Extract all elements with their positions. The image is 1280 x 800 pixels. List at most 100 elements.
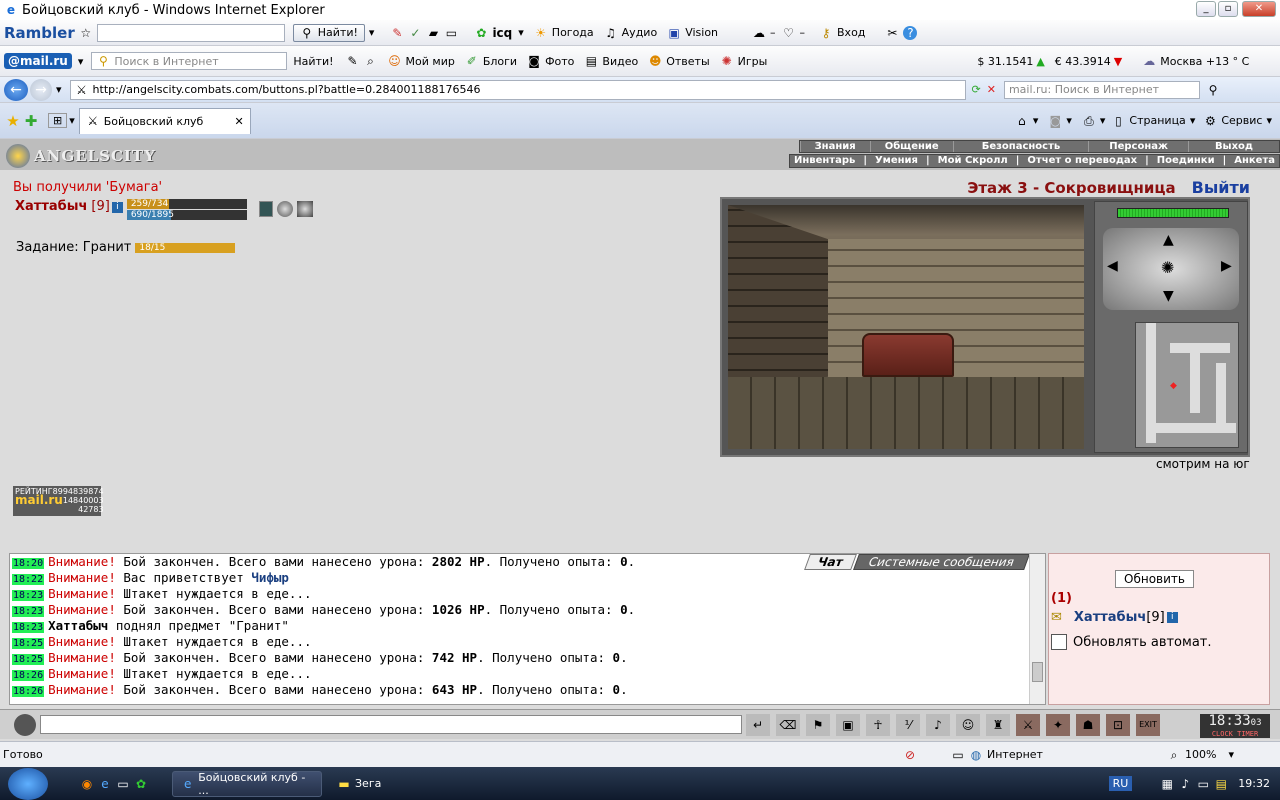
tab-active[interactable]: ⚔ Бойцовский клуб ✕ [78, 107, 251, 134]
clear-icon[interactable]: ⌫ [776, 714, 800, 736]
arrow-right-icon[interactable]: ▶ [1221, 258, 1232, 274]
sound-icon[interactable]: ♪ [926, 714, 950, 736]
home-icon[interactable]: ⌂ [1015, 114, 1029, 128]
mailru-search-input[interactable]: ⚲ Поиск в Интернет [91, 52, 288, 70]
armor-badge-icon[interactable] [276, 201, 293, 217]
lock-icon[interactable]: ⊡ [1106, 714, 1130, 736]
chat-actor[interactable]: Хаттабыч [48, 618, 108, 633]
service-menu[interactable]: Сервис [1221, 114, 1262, 127]
auto-refresh-checkbox[interactable] [1051, 634, 1067, 650]
close-button[interactable]: ✕ [1242, 1, 1276, 17]
tools-icon[interactable]: ✂ [885, 26, 899, 40]
refresh-view-icon[interactable]: ✺ [1161, 258, 1174, 277]
keyboard-icon[interactable]: ▭ [444, 26, 458, 40]
heart-icon[interactable]: ♡ [782, 26, 796, 40]
tab-system-messages[interactable]: Системные сообщения [853, 554, 1030, 570]
find-dropdown-icon[interactable]: ▾ [369, 26, 375, 39]
zoom-level[interactable]: 100% [1185, 748, 1216, 761]
favorites-star-icon[interactable]: ★ [6, 113, 20, 128]
language-indicator[interactable]: RU [1108, 776, 1133, 791]
menu-inventory[interactable]: Инвентарь [790, 155, 859, 167]
toolbar-item-photo[interactable]: ◙ Фото [527, 54, 574, 68]
chat-input[interactable] [40, 715, 742, 734]
tray-volume-icon[interactable]: ♪ [1178, 777, 1192, 791]
toolbar-item-answers[interactable]: ☻ Ответы [648, 54, 710, 68]
translit-icon[interactable]: ⅟ [896, 714, 920, 736]
menu-knowledge[interactable]: Знания [799, 141, 870, 152]
taskbar-item-browser[interactable]: e Бойцовский клуб - ... [172, 770, 322, 797]
menu-security[interactable]: Безопасность [952, 141, 1089, 152]
mailru-logo[interactable]: @mail.ru [4, 53, 72, 69]
refresh-button[interactable]: Обновить [1115, 570, 1194, 588]
currency-rates[interactable]: $ 31.1541 ▲ € 43.3914 ▼ [977, 55, 1142, 68]
mailru-find-button[interactable]: Найти! [293, 55, 333, 68]
info-icon[interactable]: i [111, 202, 123, 213]
dungeon-minimap[interactable]: ◆ [1135, 322, 1239, 448]
mailru-menu-dropdown[interactable]: ▾ [78, 55, 84, 68]
scrollbar-thumb[interactable] [1032, 662, 1043, 682]
quicklaunch-ie-icon[interactable]: e [98, 777, 112, 791]
address-input[interactable]: ⚔ http://angelscity.combats.com/buttons.p… [69, 79, 966, 100]
minimize-button[interactable]: _ [1196, 1, 1216, 17]
menu-communication[interactable]: Общение [869, 141, 953, 152]
print-icon[interactable]: ⎙ [1082, 114, 1096, 128]
send-icon[interactable]: ↵ [746, 714, 770, 736]
menu-character[interactable]: Персонаж [1088, 141, 1188, 152]
zoom-dropdown[interactable]: ▾ [1228, 748, 1234, 761]
chat-time[interactable]: 18:23 [12, 606, 45, 617]
arrow-left-icon[interactable]: ◀ [1107, 258, 1118, 274]
quicklaunch-avast-icon[interactable]: ◉ [80, 777, 94, 791]
clock[interactable]: 19:32 [1238, 777, 1270, 790]
rating-counter[interactable]: РЕЙТИНГ8994839874 mail.ru 14840003 42783 [13, 486, 104, 516]
stop-icon[interactable]: ✕ [987, 83, 996, 96]
login-button[interactable]: ⚷ Вход [819, 26, 866, 40]
menu-exit[interactable]: Выход [1187, 141, 1279, 152]
battle-icon[interactable]: ⚔ [1016, 714, 1040, 736]
save-icon[interactable]: ▣ [836, 714, 860, 736]
taskbar-item-folder[interactable]: ▬ Зега [328, 771, 448, 797]
chat-time[interactable]: 18:23 [12, 590, 45, 601]
fighter-icon[interactable]: ☥ [866, 714, 890, 736]
exit-icon[interactable]: EXIT [1136, 714, 1160, 736]
group-icon[interactable]: ☗ [1076, 714, 1100, 736]
smiley-icon[interactable]: ☺ [956, 714, 980, 736]
chat-time[interactable]: 18:23 [12, 622, 45, 633]
address-search-input[interactable]: mail.ru: Поиск в Интернет [1003, 80, 1200, 99]
exit-link[interactable]: Выйти [1192, 178, 1250, 197]
arrow-up-icon[interactable]: ▲ [1163, 232, 1174, 248]
zoom-icon[interactable]: ⌕ [364, 54, 378, 68]
rambler-find-button[interactable]: ⚲ Найти! [292, 23, 365, 42]
player-name[interactable]: Хаттабыч [15, 199, 87, 214]
chat-time[interactable]: 18:25 [12, 638, 45, 649]
quicklaunch-icq-icon[interactable]: ✿ [134, 777, 148, 791]
page-menu[interactable]: Страница [1129, 114, 1185, 127]
chat-time[interactable]: 18:25 [12, 654, 45, 665]
rss-icon[interactable]: ◙ [1048, 114, 1062, 128]
rambler-logo[interactable]: Rambler [4, 24, 75, 42]
vision-button[interactable]: ▣ Vision [667, 26, 719, 40]
maximize-button[interactable]: ▫ [1218, 1, 1238, 17]
info-icon[interactable]: i [1166, 612, 1178, 623]
weather-button[interactable]: ☀ Погода [534, 26, 593, 40]
audio-button[interactable]: ♫ Аудио [604, 26, 657, 40]
dungeon-scene[interactable] [728, 205, 1084, 449]
chat-time[interactable]: 18:26 [12, 670, 45, 681]
clan-badge-icon[interactable] [258, 201, 273, 217]
toolbar-item-games[interactable]: ✺ Игры [720, 54, 768, 68]
toolbar-item-myworld[interactable]: ☺ Мой мир [388, 54, 455, 68]
weather-city[interactable]: ☁ Москва +13 ° C [1142, 54, 1249, 68]
tab-chat[interactable]: Чат [804, 554, 857, 570]
search-go-icon[interactable]: ⚲ [1206, 83, 1220, 97]
history-dropdown[interactable]: ▾ [56, 83, 62, 96]
icq-button[interactable]: ✿ icq ▾ [474, 26, 523, 40]
treasure-chest-icon[interactable] [862, 333, 954, 377]
filter-icon[interactable]: ⚑ [806, 714, 830, 736]
chat-time[interactable]: 18:20 [12, 558, 45, 569]
menu-my-scroll[interactable]: Мой Скролл [934, 155, 1012, 167]
help-icon[interactable]: ? [903, 25, 918, 40]
rank-badge-icon[interactable] [296, 201, 313, 217]
menu-profile[interactable]: Анкета [1230, 155, 1279, 167]
refresh-icon[interactable]: ⟳ [972, 83, 981, 96]
spellcheck-icon[interactable]: ✓ [408, 26, 422, 40]
chat-time[interactable]: 18:26 [12, 686, 45, 697]
